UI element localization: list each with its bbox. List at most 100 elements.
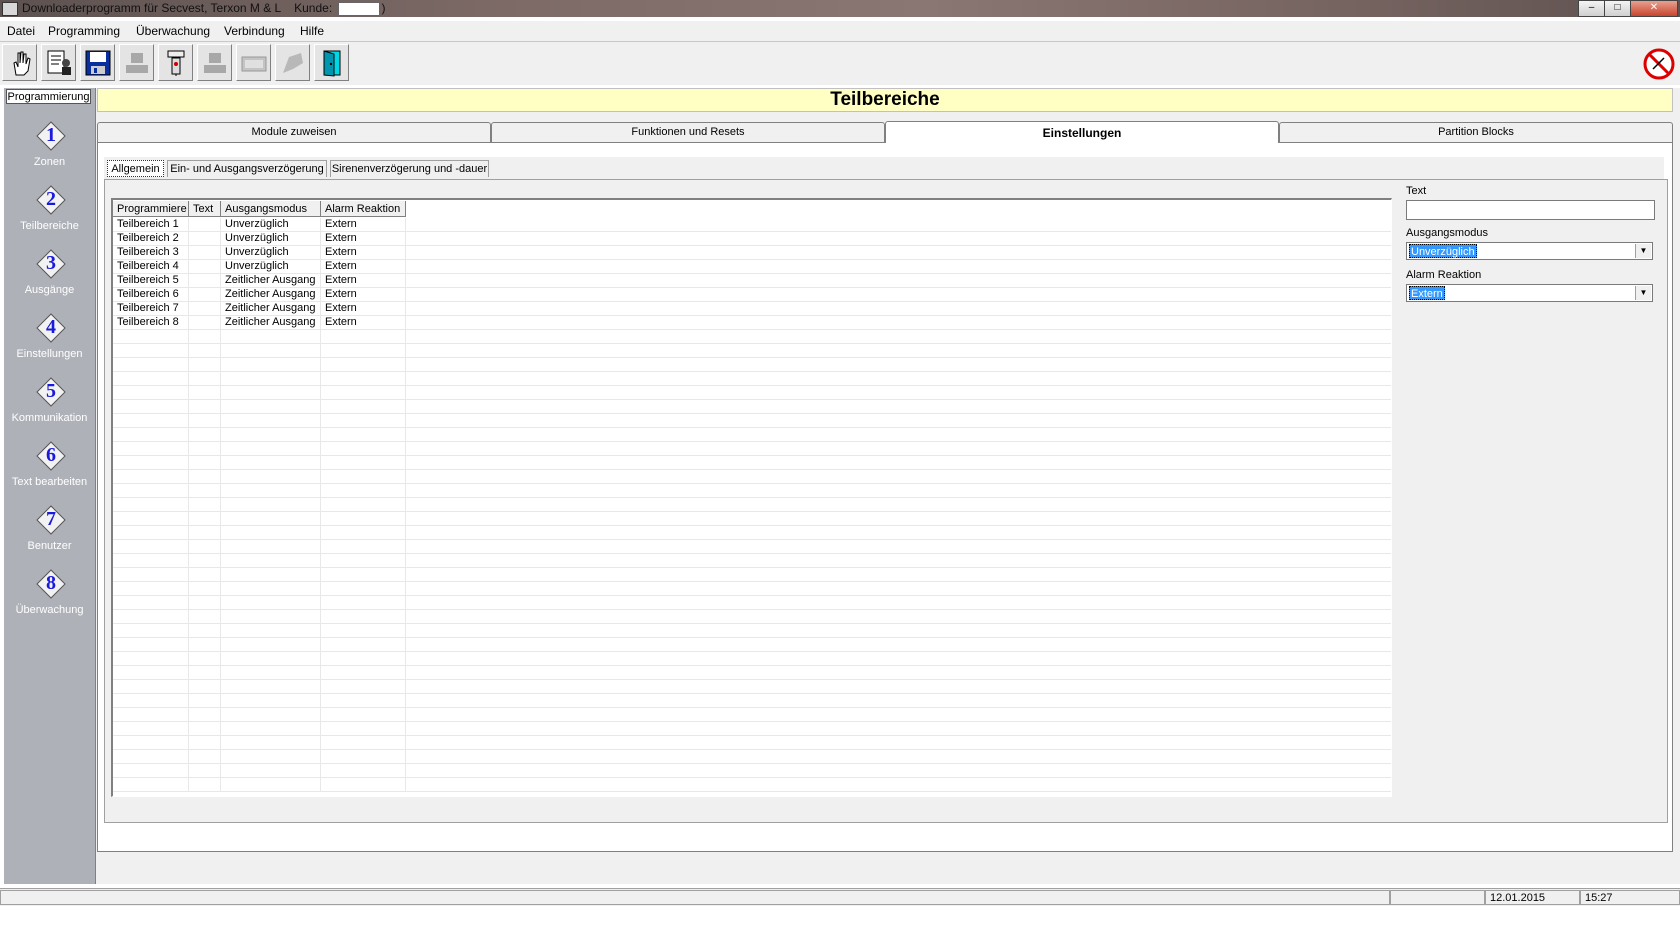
sidebar-item-ueberwachung[interactable]: 8 Überwachung [4,569,95,629]
subtab-ein-und-ausgangsverzoegerung[interactable]: Ein- und Ausgangsverzögerung [167,160,327,177]
table-row[interactable]: Teilbereich 4 Unverzüglich Extern [113,260,1391,274]
connect-device-button[interactable] [158,44,193,81]
table-cell [189,736,221,750]
subtab-sirenenverzoegerung[interactable]: Sirenenverzögerung und -dauer [330,160,489,177]
sidebar-item-teilbereiche[interactable]: 2 Teilbereiche [4,185,95,245]
maximize-button[interactable]: □ [1604,0,1631,17]
table-cell [406,218,1391,232]
table-row [113,666,1391,680]
sidebar-item-benutzer[interactable]: 7 Benutzer [4,505,95,565]
sidebar-item-label: Zonen [33,156,66,168]
table-cell [113,666,189,680]
keypad-disabled-button[interactable] [236,44,271,81]
chevron-down-icon[interactable]: ▼ [1635,244,1651,258]
table-cell [221,666,321,680]
table-row[interactable]: Teilbereich 7 Zeitlicher Ausgang Extern [113,302,1391,316]
table-cell [113,764,189,778]
table-row [113,498,1391,512]
table-cell [321,400,406,414]
document-button[interactable] [41,44,76,81]
sidebar-item-ausgaenge[interactable]: 3 Ausgänge [4,249,95,309]
kunde-label: Kunde: [294,1,333,15]
chevron-down-icon[interactable]: ▼ [1635,286,1651,300]
table-cell [406,442,1391,456]
hand-button[interactable] [2,44,37,81]
table-cell: Extern [321,288,406,302]
table-cell [321,722,406,736]
table-cell [189,680,221,694]
table-cell [113,456,189,470]
column-header-programmiere[interactable]: Programmiere [113,201,189,217]
tab-einstellungen[interactable]: Einstellungen [885,121,1279,143]
table-cell [321,750,406,764]
document-person-icon [47,50,71,75]
computer-disabled-button-2[interactable] [197,44,232,81]
menu-hilfe[interactable]: Hilfe [300,24,324,38]
tab-module-zuweisen[interactable]: Module zuweisen [97,122,491,142]
menu-programming[interactable]: Programming [48,24,120,38]
table-cell [189,288,221,302]
table-cell [221,624,321,638]
table-cell [113,372,189,386]
table-row [113,736,1391,750]
column-header-ausgangsmodus[interactable]: Ausgangsmodus [221,201,321,217]
table-cell: Unverzüglich [221,232,321,246]
table-row[interactable]: Teilbereich 5 Zeitlicher Ausgang Extern [113,274,1391,288]
alarm-reaktion-select[interactable]: Extern ▼ [1406,284,1653,302]
table-cell [321,764,406,778]
table-row[interactable]: Teilbereich 8 Zeitlicher Ausgang Extern [113,316,1391,330]
table-cell [406,316,1391,330]
table-cell [406,512,1391,526]
text-input[interactable] [1406,200,1655,220]
modem-disabled-button[interactable] [275,44,310,81]
table-cell: Zeitlicher Ausgang [221,302,321,316]
sidebar-item-zonen[interactable]: 1 Zonen [4,121,95,181]
table-cell: Teilbereich 3 [113,246,189,260]
table-cell [189,372,221,386]
column-header-text[interactable]: Text [189,201,221,217]
no-connection-icon[interactable] [1642,47,1676,81]
menu-ueberwachung[interactable]: Überwachung [136,24,210,38]
ausgangsmodus-select[interactable]: Unverzüglich ▼ [1406,242,1653,260]
table-cell [113,652,189,666]
table-cell [406,540,1391,554]
exit-door-icon [323,50,341,77]
hand-icon [13,51,31,76]
table-cell [189,260,221,274]
close-window-button[interactable]: ✕ [1630,0,1678,17]
table-cell [321,638,406,652]
table-row[interactable]: Teilbereich 1 Unverzüglich Extern [113,218,1391,232]
tab-funktionen-und-resets[interactable]: Funktionen und Resets [491,122,885,142]
menu-verbindung[interactable]: Verbindung [224,24,285,38]
table-cell [189,708,221,722]
sidebar-item-kommunikation[interactable]: 5 Kommunikation [4,377,95,437]
table-cell [406,680,1391,694]
sidebar-item-text-bearbeiten[interactable]: 6 Text bearbeiten [4,441,95,501]
table-cell [189,302,221,316]
column-header-alarm-reaktion[interactable]: Alarm Reaktion [321,201,406,217]
menu-datei[interactable]: Datei [7,24,35,38]
table-row [113,414,1391,428]
table-cell [189,232,221,246]
save-button[interactable] [80,44,115,81]
table-row[interactable]: Teilbereich 3 Unverzüglich Extern [113,246,1391,260]
table-cell [113,624,189,638]
minimize-button[interactable]: – [1578,0,1605,17]
table-cell [406,582,1391,596]
table-cell [113,638,189,652]
window-title: Downloaderprogramm für Secvest, Terxon M… [22,1,386,16]
table-row [113,750,1391,764]
table-row[interactable]: Teilbereich 2 Unverzüglich Extern [113,232,1391,246]
table-cell [221,414,321,428]
computer-disabled-button[interactable] [119,44,154,81]
sidebar-item-einstellungen[interactable]: 4 Einstellungen [4,313,95,373]
table-cell [221,372,321,386]
exit-button[interactable] [314,44,349,81]
table-cell [321,428,406,442]
tab-partition-blocks[interactable]: Partition Blocks [1279,122,1673,142]
table-cell [406,694,1391,708]
table-row[interactable]: Teilbereich 6 Zeitlicher Ausgang Extern [113,288,1391,302]
subtab-allgemein[interactable]: Allgemein [107,160,164,177]
table-cell [221,694,321,708]
table-cell [406,428,1391,442]
